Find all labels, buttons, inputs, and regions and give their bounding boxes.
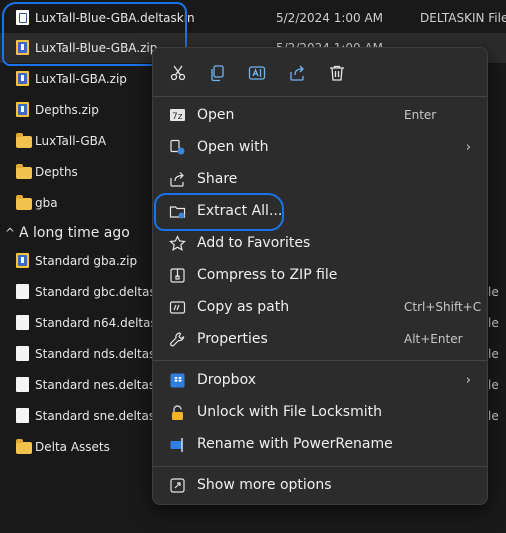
zip-archive-icon [16,102,29,117]
file-type: le [488,316,499,330]
menu-item-label: Open with [197,139,269,155]
menu-item-dropbox[interactable]: Dropbox › [153,365,487,395]
file-name: Standard gba.zip [35,254,138,268]
file-name: LuxTall-GBA.zip [35,72,127,86]
copy-icon [211,65,224,82]
folder-icon [16,164,32,179]
rename-button[interactable] [242,58,272,88]
file-name: LuxTall-Blue-GBA.zip [35,41,158,55]
document-icon [16,346,29,361]
folder-icon [16,439,32,454]
powerrename-icon [169,436,186,453]
more-options-icon [169,477,186,494]
document-icon [16,284,29,299]
file-type: le [488,347,499,361]
menu-item-open[interactable]: 7z Open Enter [153,100,487,130]
file-name: Depths [35,165,78,179]
group-label: A long time ago [19,225,130,241]
menu-item-label: Add to Favorites [197,235,311,251]
document-icon [16,315,29,330]
document-icon [16,408,29,423]
file-type: le [488,409,499,423]
menu-item-label: Rename with PowerRename [197,436,393,452]
file-name: gba [35,196,58,210]
star-icon [169,235,186,252]
file-name: LuxTall-Blue-GBA.deltaskin [35,11,195,25]
file-type: le [488,378,499,392]
file-name: LuxTall-GBA [35,134,107,148]
file-date: 5/2/2024 1:00 AM [276,11,384,25]
open-zip-icon: 7z [169,107,186,124]
menu-item-label: Extract All... [197,203,283,219]
menu-item-properties[interactable]: Properties Alt+Enter [153,324,487,354]
file-row[interactable]: LuxTall-Blue-GBA.deltaskin 5/2/2024 1:00… [0,3,506,33]
zip-archive-icon [16,71,29,86]
menu-item-shortcut: Ctrl+Shift+C [404,300,482,314]
menu-item-powerrename[interactable]: Rename with PowerRename [153,429,487,459]
copy-path-icon [169,299,186,316]
document-icon [16,377,29,392]
folder-icon [16,133,32,148]
chevron-right-icon: › [465,372,471,388]
menu-item-label: Share [197,171,238,187]
context-toolbar [153,58,487,88]
menu-item-shortcut: Enter [404,108,437,122]
menu-item-copy-as-path[interactable]: Copy as path Ctrl+Shift+C [153,292,487,322]
file-name: Depths.zip [35,103,99,117]
rename-icon [248,66,266,80]
cut-button[interactable] [163,58,193,88]
menu-item-compress[interactable]: Compress to ZIP file [153,260,487,290]
menu-item-open-with[interactable]: Open with › [153,132,487,162]
chevron-right-icon: › [465,139,471,155]
menu-item-label: Open [197,107,235,123]
extract-icon [169,203,186,220]
menu-item-share[interactable]: Share [153,164,487,194]
menu-separator [153,360,487,361]
cut-icon [170,65,186,81]
file-type: DELTASKIN File [420,11,506,25]
share-icon [169,171,186,188]
deltaskin-icon [16,10,29,25]
menu-item-label: Dropbox [197,372,256,388]
menu-separator [153,96,487,97]
share-icon [290,65,304,81]
file-name: Delta Assets [35,440,110,454]
copy-button[interactable] [202,58,232,88]
menu-item-label: Compress to ZIP file [197,267,338,283]
wrench-icon [169,331,186,348]
menu-item-add-to-favorites[interactable]: Add to Favorites [153,228,487,258]
context-menu: 7z Open Enter Open with › Share Extract … [152,47,488,505]
open-with-icon [169,139,186,156]
file-type: le [488,285,499,299]
menu-item-shortcut: Alt+Enter [404,332,463,346]
menu-item-label: Show more options [197,477,332,493]
chevron-up-icon: ^ [5,226,16,240]
folder-icon [16,195,32,210]
delete-button[interactable] [322,58,352,88]
group-header[interactable]: ^ A long time ago [0,220,160,246]
menu-item-label: Copy as path [197,299,290,315]
menu-item-label: Properties [197,331,268,347]
zip-archive-icon [16,40,29,55]
compress-icon [169,267,186,284]
zip-archive-icon [16,253,29,268]
dropbox-icon [169,372,186,389]
share-button[interactable] [282,58,312,88]
delete-icon [330,65,344,81]
menu-item-label: Unlock with File Locksmith [197,404,382,420]
menu-item-extract-all[interactable]: Extract All... [153,196,487,226]
menu-item-file-locksmith[interactable]: Unlock with File Locksmith [153,397,487,427]
lock-icon [169,404,186,421]
svg-text:7z: 7z [172,112,183,122]
menu-item-show-more-options[interactable]: Show more options [153,470,487,500]
menu-separator [153,466,487,467]
